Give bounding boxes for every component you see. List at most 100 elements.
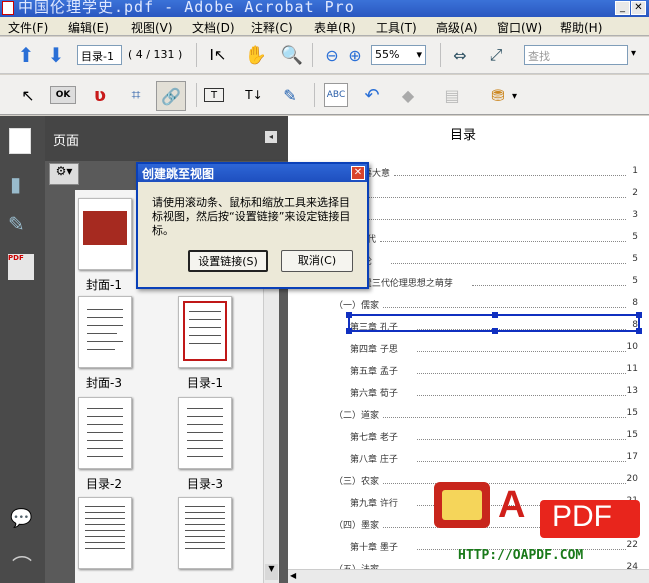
- selection-handle[interactable]: [636, 328, 642, 334]
- thumbnail-page[interactable]: [78, 198, 132, 270]
- navigation-toolbar: ⬆ ⬇ 目录-1 ( 4 / 131 ) I↖ ✋ 🔍 ⊖ ⊕ 55% ▾ ⇔ ⤢…: [0, 37, 649, 74]
- options-gear-icon[interactable]: ⚙▾: [49, 163, 79, 185]
- attachments-paperclip-icon[interactable]: ⌒: [12, 550, 32, 579]
- zoom-tool-icon[interactable]: 🔍: [280, 43, 304, 67]
- text-field-icon[interactable]: T: [204, 88, 224, 102]
- menu-view[interactable]: 视图(V): [131, 19, 173, 36]
- pages-icon[interactable]: [9, 128, 31, 154]
- menu-document[interactable]: 文档(D): [192, 19, 235, 36]
- document-scrollbar[interactable]: ◀: [288, 569, 649, 583]
- crop-tool-icon[interactable]: ⌗: [124, 83, 148, 107]
- cover-image: [83, 211, 127, 245]
- window-title: 中国伦理学史.pdf - Adobe Acrobat Pro: [18, 0, 355, 16]
- selection-handle[interactable]: [492, 328, 498, 334]
- menu-comments[interactable]: 注释(C): [251, 19, 293, 36]
- dialog-title: 创建跳至视图: [142, 167, 215, 181]
- menu-forms[interactable]: 表单(R): [314, 19, 356, 36]
- menu-advanced[interactable]: 高级(A): [436, 19, 478, 36]
- select-object-icon[interactable]: ↖: [16, 83, 40, 107]
- thumbnail-page[interactable]: [178, 397, 232, 469]
- toc-leader-dots: [472, 285, 626, 286]
- link-tool-icon[interactable]: 🔗: [156, 81, 186, 111]
- toc-page-number: 2: [632, 188, 638, 198]
- thumbnail-page[interactable]: [178, 497, 232, 569]
- panel-collapse-icon[interactable]: ◂: [265, 131, 277, 143]
- dialog-message: 请使用滚动条、鼠标和缩放工具来选择目标视图，然后按“设置链接”来设定链接目标。: [152, 196, 351, 237]
- toc-entry-text: （二）道家: [334, 411, 380, 421]
- logo-text: PDF: [552, 500, 612, 533]
- selection-handle[interactable]: [346, 312, 352, 318]
- toc-leader-dots: [417, 439, 626, 440]
- selection-handle[interactable]: [636, 312, 642, 318]
- toc-leader-dots: [417, 373, 626, 374]
- search-input[interactable]: 查找: [524, 45, 628, 65]
- page-count: ( 4 / 131 ): [128, 48, 183, 61]
- menu-tools[interactable]: 工具(T): [376, 19, 417, 36]
- toc-entry-text: （四）墨家: [334, 521, 380, 531]
- stamp-tool-icon[interactable]: ⛃: [486, 83, 510, 107]
- insert-page-icon[interactable]: ▤: [440, 83, 464, 107]
- toc-entry-text: 第七章 老子: [350, 433, 398, 443]
- zoom-level-select[interactable]: 55% ▾: [371, 45, 426, 65]
- toc-page-number: 15: [626, 430, 638, 440]
- toc-entry-text: 第十章 墨子: [350, 543, 398, 553]
- page-number-input[interactable]: 目录-1: [77, 45, 122, 65]
- toc-page-number: 8: [632, 298, 638, 308]
- thumbnail-label: 封面-3: [86, 376, 122, 390]
- text-edit-icon[interactable]: T↓: [242, 83, 266, 107]
- thumbnail-page[interactable]: [78, 497, 132, 569]
- logo-letter: A: [498, 484, 526, 526]
- next-page-icon[interactable]: ⬇: [44, 43, 68, 67]
- fit-width-icon[interactable]: ⇔: [448, 43, 472, 67]
- close-button[interactable]: ✕: [631, 1, 646, 15]
- menu-edit[interactable]: 编辑(E): [68, 19, 109, 36]
- redo-icon[interactable]: ◆: [396, 83, 420, 107]
- hand-tool-icon[interactable]: ✋: [244, 43, 268, 67]
- toc-leader-dots: [417, 395, 626, 396]
- selection-frame: [183, 301, 227, 361]
- pages-panel-header: 页面 ◂: [45, 116, 288, 161]
- fit-page-icon[interactable]: ⤢: [484, 43, 508, 67]
- spell-check-icon[interactable]: ABC: [324, 83, 348, 107]
- note-tool-icon[interactable]: ✎: [278, 83, 302, 107]
- pdf-attachment-icon[interactable]: PDF: [8, 254, 34, 280]
- comments-icon[interactable]: 💬: [10, 508, 32, 529]
- signature-tool-icon[interactable]: ʋ: [88, 83, 112, 107]
- stamp-chevron-icon[interactable]: ▾: [512, 91, 517, 102]
- selection-handle[interactable]: [492, 312, 498, 318]
- thumbnail-page[interactable]: [78, 397, 132, 469]
- toc-entry-text: 第六章 荀子: [350, 389, 398, 399]
- search-options-chevron-icon[interactable]: ▾: [631, 48, 636, 59]
- zoom-in-icon[interactable]: ⊕: [343, 43, 367, 67]
- menu-window[interactable]: 窗口(W): [497, 19, 542, 36]
- selection-handle[interactable]: [346, 328, 352, 334]
- undo-icon[interactable]: ↶: [360, 83, 384, 107]
- set-link-button[interactable]: 设置链接(S): [188, 250, 268, 272]
- thumbnail-page-selected[interactable]: [178, 296, 232, 368]
- minimize-button[interactable]: _: [615, 1, 630, 15]
- zoom-out-icon[interactable]: ⊖: [320, 43, 344, 67]
- toc-page-number: 10: [626, 342, 638, 352]
- bookmarks-icon[interactable]: ▮: [10, 172, 21, 196]
- toc-leader-dots: [380, 241, 626, 242]
- chevron-down-icon: ▾: [416, 48, 422, 61]
- dialog-title-bar: 创建跳至视图: [138, 164, 367, 182]
- pages-panel-title: 页面: [53, 134, 80, 149]
- scroll-down-icon[interactable]: ▼: [265, 564, 278, 580]
- toc-page-number: 5: [632, 276, 638, 286]
- logo-folder-icon: [434, 482, 490, 528]
- toc-page-number: 5: [632, 254, 638, 264]
- thumbnail-page[interactable]: [78, 296, 132, 368]
- scroll-left-icon[interactable]: ◀: [290, 571, 302, 582]
- menu-file[interactable]: 文件(F): [8, 19, 48, 36]
- dialog-close-icon[interactable]: ✕: [351, 166, 365, 180]
- toc-page-number: 17: [626, 452, 638, 462]
- button-tool-icon[interactable]: OK: [50, 86, 76, 104]
- select-text-icon[interactable]: I↖: [206, 43, 230, 67]
- menu-help[interactable]: 帮助(H): [560, 19, 602, 36]
- previous-page-icon[interactable]: ⬆: [14, 43, 38, 67]
- cancel-button[interactable]: 取消(C): [281, 250, 353, 272]
- toc-leader-dots: [383, 417, 626, 418]
- signatures-icon[interactable]: ✎: [8, 212, 25, 236]
- toc-entry-text: 第四章 子思: [350, 345, 398, 355]
